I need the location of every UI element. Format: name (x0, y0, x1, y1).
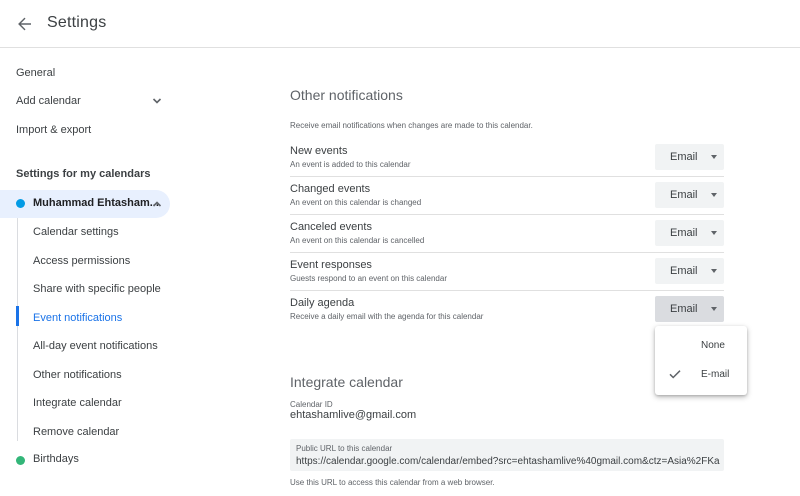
divider (290, 252, 724, 253)
sidebar-section-title: Settings for my calendars (16, 168, 151, 180)
notification-select[interactable]: Email (655, 220, 724, 246)
page-title: Settings (47, 14, 107, 31)
row-subtitle: An event on this calendar is changed (290, 198, 422, 207)
tree-line (17, 218, 18, 441)
caret-down-icon (711, 307, 717, 311)
divider (290, 176, 724, 177)
sidebar-item-birthdays[interactable]: Birthdays (33, 453, 79, 465)
divider (290, 290, 724, 291)
notification-select[interactable]: Email (655, 182, 724, 208)
birthdays-color-dot (16, 456, 25, 465)
divider (290, 214, 724, 215)
caret-down-icon (711, 155, 717, 159)
menu-option-label: None (701, 340, 725, 351)
notification-select[interactable]: Email (655, 144, 724, 170)
menu-option-email[interactable]: E-mail (655, 363, 747, 387)
sidebar-item-other-notifications[interactable]: Other notifications (33, 369, 122, 381)
calendar-color-dot (16, 199, 25, 208)
row-subtitle: An event is added to this calendar (290, 160, 411, 169)
select-value: Email (670, 303, 698, 315)
chevron-up-icon[interactable] (151, 198, 163, 210)
caret-down-icon (711, 193, 717, 197)
menu-option-label: E-mail (701, 369, 730, 380)
notification-select[interactable]: Email (655, 296, 724, 322)
row-title: Daily agenda (290, 297, 355, 309)
arrow-left-icon (18, 17, 31, 31)
menu-option-none[interactable]: None (655, 334, 747, 358)
sidebar-item-all-day-event-notifications[interactable]: All-day event notifications (33, 340, 158, 352)
app-header: Settings (0, 0, 800, 48)
notification-select[interactable]: Email (655, 258, 724, 284)
caret-down-icon (711, 231, 717, 235)
caret-down-icon (711, 269, 717, 273)
select-value: Email (670, 151, 698, 163)
notification-dropdown-menu: None E-mail (655, 326, 747, 395)
public-url-field[interactable]: Public URL to this calendar https://cale… (290, 439, 724, 471)
sidebar-item-calendar-settings[interactable]: Calendar settings (33, 226, 119, 238)
other-notifications-heading: Other notifications (290, 87, 403, 103)
row-subtitle: Receive a daily email with the agenda fo… (290, 312, 484, 321)
select-value: Email (670, 227, 698, 239)
row-subtitle: Guests respond to an event on this calen… (290, 274, 447, 283)
public-url-label: Public URL to this calendar (296, 444, 393, 453)
integrate-calendar-heading: Integrate calendar (290, 374, 403, 390)
nav-add-calendar[interactable]: Add calendar (16, 95, 81, 107)
check-icon (669, 370, 681, 379)
row-title: Changed events (290, 183, 371, 195)
select-value: Email (670, 265, 698, 277)
public-url-value[interactable]: https://calendar.google.com/calendar/emb… (296, 456, 720, 467)
active-indicator (16, 306, 19, 326)
sidebar-item-remove-calendar[interactable]: Remove calendar (33, 426, 119, 438)
sidebar-item-integrate-calendar[interactable]: Integrate calendar (33, 397, 122, 409)
row-title: New events (290, 145, 348, 157)
row-title: Canceled events (290, 221, 372, 233)
calendar-name: Muhammad Ehtasham... (33, 197, 159, 209)
nav-general[interactable]: General (16, 67, 55, 79)
nav-import-export[interactable]: Import & export (16, 124, 91, 136)
calendar-id-label: Calendar ID (290, 400, 333, 409)
chevron-down-icon[interactable] (151, 95, 163, 107)
sidebar-item-event-notifications[interactable]: Event notifications (33, 312, 122, 324)
row-title: Event responses (290, 259, 372, 271)
select-value: Email (670, 189, 698, 201)
sidebar-calendar-item[interactable]: Muhammad Ehtasham... (0, 190, 170, 218)
sidebar-item-share-with-specific-people[interactable]: Share with specific people (33, 283, 161, 295)
back-button[interactable] (12, 11, 38, 37)
calendar-id-value[interactable]: ehtashamlive@gmail.com (290, 409, 416, 421)
public-url-hint: Use this URL to access this calendar fro… (290, 478, 495, 487)
other-notifications-description: Receive email notifications when changes… (290, 121, 533, 130)
sidebar-item-access-permissions[interactable]: Access permissions (33, 255, 130, 267)
row-subtitle: An event on this calendar is cancelled (290, 236, 425, 245)
